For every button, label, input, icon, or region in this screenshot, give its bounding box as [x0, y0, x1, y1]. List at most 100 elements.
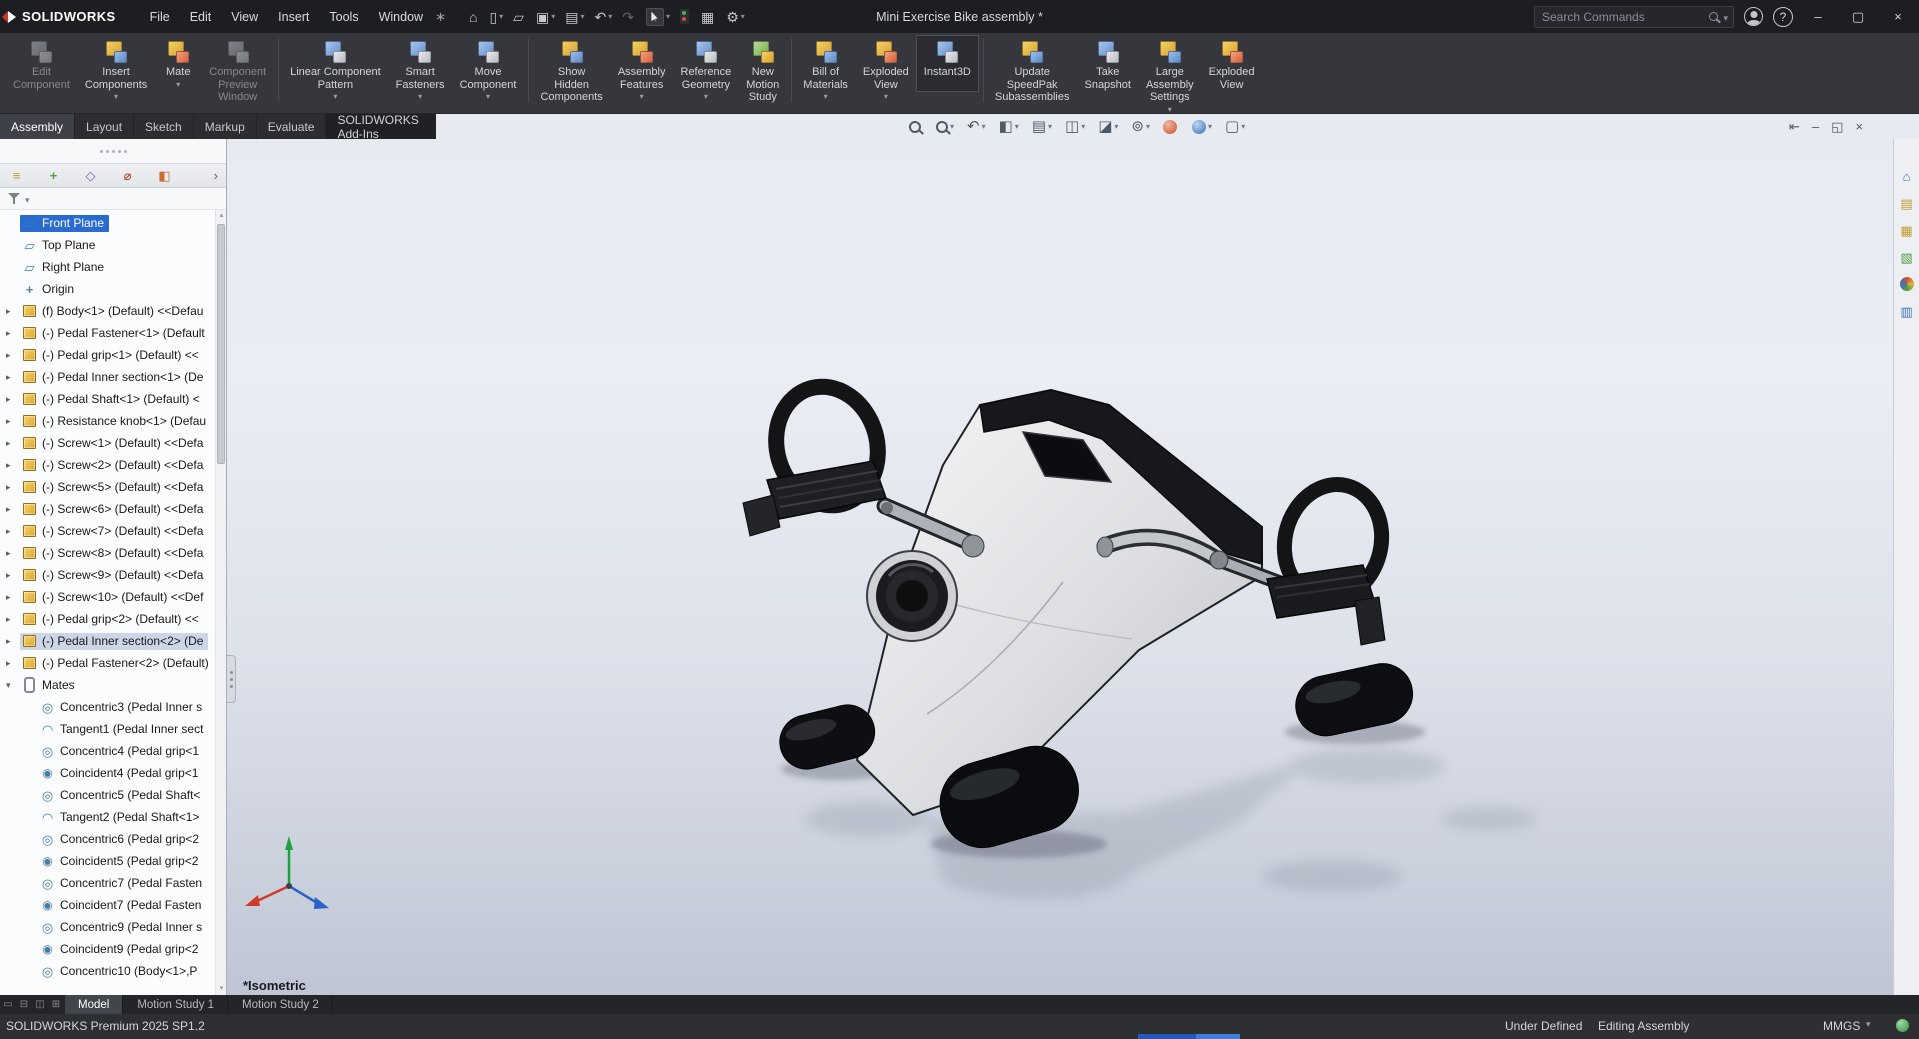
insert-components[interactable]: Insert Components ▾	[78, 36, 154, 103]
assembly-features[interactable]: Assembly Features ▾	[611, 36, 673, 103]
take-snapshot[interactable]: Take Snapshot	[1077, 36, 1137, 103]
scroll-up-icon[interactable]: ▴	[216, 210, 226, 222]
displaymanager-tab-icon[interactable]: ◧	[156, 167, 173, 184]
right-pedal[interactable]	[1210, 474, 1394, 645]
tree-expander-icon[interactable]: ▸	[6, 504, 20, 515]
component-preview-window[interactable]: Component Preview Window	[202, 36, 273, 116]
tree-item[interactable]: Right Plane	[0, 256, 226, 278]
file-properties-icon[interactable]: ▦	[698, 8, 719, 26]
linear-component-pattern[interactable]: Linear Component Pattern ▾	[283, 36, 388, 103]
tab-markup[interactable]: Markup	[194, 114, 257, 139]
tree-expander-icon[interactable]: ▸	[6, 548, 20, 559]
tree-item[interactable]: ▸ (-) Screw<1> (Default) <<Defa	[0, 432, 226, 454]
tree-expander-icon[interactable]: ▸	[6, 372, 20, 383]
tree-item[interactable]: Concentric5 (Pedal Shaft<	[0, 784, 226, 806]
tree-expander-icon[interactable]: ▾	[6, 680, 20, 691]
panel-drag-handle[interactable]	[0, 139, 226, 163]
new-document-icon[interactable]: ▯ ▾	[486, 8, 506, 26]
menu-file[interactable]: File	[140, 6, 180, 28]
tree-item[interactable]: ▸ (-) Resistance knob<1> (Defau	[0, 410, 226, 432]
tree-item[interactable]: Tangent1 (Pedal Inner sect	[0, 718, 226, 740]
tree-item[interactable]: ▸ (-) Pedal Shaft<1> (Default) <	[0, 388, 226, 410]
tab-solidworks-add-ins[interactable]: SOLIDWORKS Add-Ins	[326, 114, 436, 139]
tree-expander-icon[interactable]: ▸	[6, 306, 20, 317]
units-selector[interactable]: MMGS	[1823, 1019, 1860, 1033]
tree-item[interactable]: ▸ (-) Screw<8> (Default) <<Defa	[0, 542, 226, 564]
annotation-views-icon[interactable]: ▤ ▾	[1030, 117, 1054, 136]
resource-monitor-icon[interactable]	[1896, 1019, 1909, 1032]
graphics-viewport[interactable]: ▾ ↶ ▾ ◧ ▾ ▤ ▾ ◫ ▾ ◪ ▾	[227, 114, 1919, 995]
tree-scrollbar[interactable]: ▴ ▾	[215, 210, 226, 995]
search-dropdown-icon[interactable]	[1723, 8, 1728, 26]
tree-item[interactable]: Concentric10 (Body<1>,P	[0, 960, 226, 982]
taskpane-home-icon[interactable]: ⌂	[1898, 167, 1916, 185]
help-icon[interactable]: ?	[1773, 7, 1793, 27]
exploded-view-2[interactable]: Exploded View	[1202, 36, 1262, 103]
menu-window[interactable]: Window	[369, 6, 433, 28]
dimxpertmanager-tab-icon[interactable]: ⌀	[119, 167, 136, 184]
tree-item[interactable]: ▸ (-) Screw<7> (Default) <<Defa	[0, 520, 226, 542]
pin-menu-icon[interactable]: ∗	[435, 9, 446, 25]
menu-insert[interactable]: Insert	[268, 6, 319, 28]
close-window-icon[interactable]: ×	[1883, 4, 1913, 30]
tab-motion-study-1[interactable]: Motion Study 1	[124, 995, 228, 1014]
instant3d[interactable]: Instant3D	[917, 36, 978, 91]
panel-expand-chevron[interactable]: ›	[214, 168, 218, 183]
reference-geometry[interactable]: Reference Geometry ▾	[674, 36, 739, 103]
save-icon[interactable]: ▣ ▾	[533, 8, 558, 26]
tree-expander-icon[interactable]: ▸	[6, 438, 20, 449]
tree-expander-icon[interactable]: ▸	[6, 394, 20, 405]
tree-item[interactable]: ▸ (-) Pedal Fastener<2> (Default)	[0, 652, 226, 674]
home-icon[interactable]: ⌂	[466, 8, 482, 26]
menu-view[interactable]: View	[221, 6, 268, 28]
view-orientation-icon[interactable]: ◫ ▾	[1063, 117, 1087, 136]
menu-tools[interactable]: Tools	[319, 6, 368, 28]
minimize-document-icon[interactable]: –	[1812, 119, 1819, 134]
minimize-window-icon[interactable]: –	[1803, 4, 1833, 30]
tab-sketch[interactable]: Sketch	[134, 114, 194, 139]
ribbon-separator[interactable]	[528, 38, 529, 102]
tree-item[interactable]: ▸ (-) Pedal grip<2> (Default) <<	[0, 608, 226, 630]
tab-assembly[interactable]: Assembly	[0, 114, 75, 139]
options-gear-icon[interactable]: ⚙ ▾	[723, 8, 748, 26]
filter-dropdown-icon[interactable]	[25, 190, 30, 208]
bill-of-materials[interactable]: Bill of Materials ▾	[796, 36, 855, 103]
tree-expander-icon[interactable]: ▸	[6, 570, 20, 581]
tree-item[interactable]: Coincident5 (Pedal grip<2	[0, 850, 226, 872]
tree-item[interactable]: Coincident4 (Pedal grip<1	[0, 762, 226, 784]
display-style-icon[interactable]: ◪ ▾	[1096, 117, 1120, 136]
tree-item[interactable]: Concentric9 (Pedal Inner s	[0, 916, 226, 938]
tree-item[interactable]: Front Plane	[0, 212, 226, 234]
tree-item[interactable]: Coincident7 (Pedal Fasten	[0, 894, 226, 916]
tab-layout[interactable]: Layout	[75, 114, 134, 139]
file-explorer-icon[interactable]: ▦	[1898, 221, 1916, 239]
edit-component[interactable]: Edit Component	[6, 36, 77, 103]
tree-expander-icon[interactable]: ▸	[6, 636, 20, 647]
ribbon-separator[interactable]	[791, 38, 792, 102]
view-settings-icon[interactable]: ▢ ▾	[1223, 117, 1247, 136]
units-dropdown-icon[interactable]: ▾	[1866, 1019, 1871, 1030]
view-palette-icon[interactable]: ▧	[1898, 248, 1916, 266]
smart-fasteners[interactable]: Smart Fasteners ▾	[389, 36, 452, 103]
tree-expander-icon[interactable]: ▸	[6, 460, 20, 471]
mate[interactable]: Mate ▾	[155, 36, 201, 91]
featuremanager-tab-icon[interactable]: ≡	[8, 167, 25, 184]
tab-evaluate[interactable]: Evaluate	[257, 114, 327, 139]
tree-item[interactable]: Concentric3 (Pedal Inner s	[0, 696, 226, 718]
tree-expander-icon[interactable]: ▸	[6, 482, 20, 493]
tree-expander-icon[interactable]: ▸	[6, 350, 20, 361]
dock-pane-icon[interactable]: ⇤	[1789, 119, 1800, 135]
viewport-split-vertical-icon[interactable]: ◫	[33, 995, 47, 1014]
apply-scene-icon[interactable]: ▾	[1190, 118, 1214, 136]
ribbon-separator[interactable]	[278, 38, 279, 102]
viewport-quad-icon[interactable]: ⊞	[49, 995, 63, 1014]
tree-item[interactable]: ▸ (-) Pedal Fastener<1> (Default	[0, 322, 226, 344]
tab-model[interactable]: Model	[65, 995, 123, 1014]
viewport-single-icon[interactable]: ▭	[1, 995, 15, 1014]
maximize-window-icon[interactable]: ▢	[1843, 4, 1873, 30]
appearances-icon[interactable]	[1898, 275, 1916, 293]
tree-expander-icon[interactable]: ▸	[6, 592, 20, 603]
tree-expander-icon[interactable]: ▸	[6, 614, 20, 625]
select-cursor-icon[interactable]: ▾	[643, 6, 673, 28]
show-hidden-components[interactable]: Show Hidden Components	[533, 36, 609, 116]
